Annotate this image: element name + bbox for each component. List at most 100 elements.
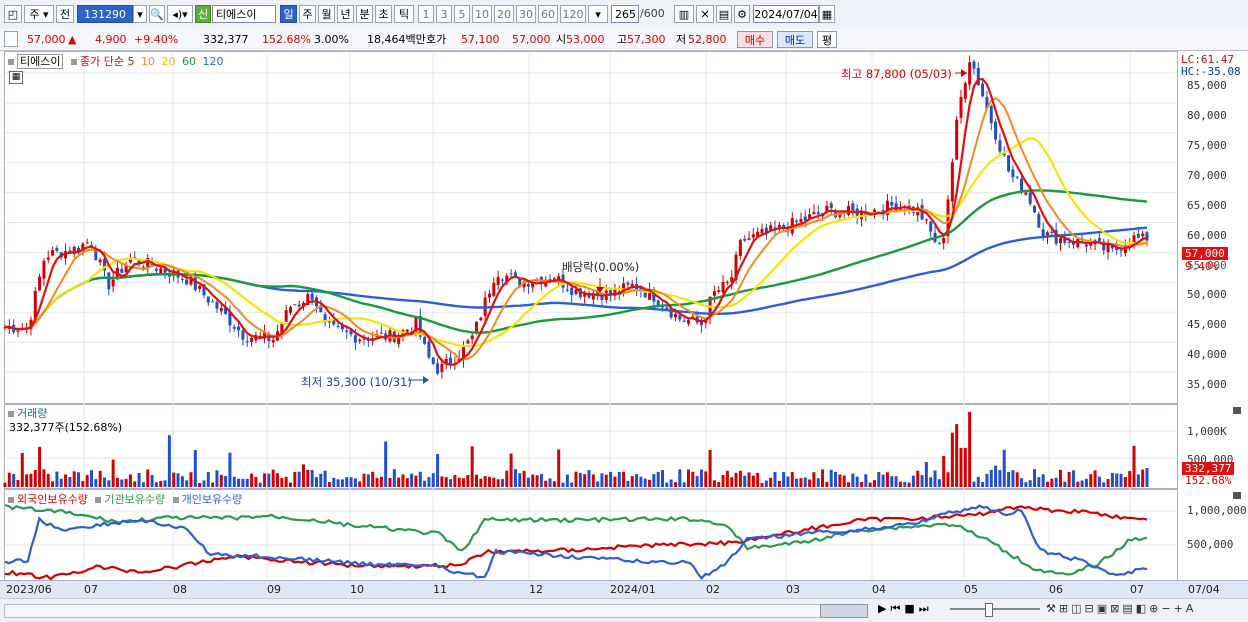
tool-icon[interactable]: ▣	[1097, 602, 1110, 615]
play-icon[interactable]: ▶	[878, 602, 890, 615]
candle-body	[686, 320, 690, 324]
volume-bar	[972, 481, 976, 487]
volume-bar	[561, 482, 565, 487]
volume-bar	[699, 469, 703, 487]
volume-bar	[764, 480, 768, 487]
candle-body	[159, 268, 163, 274]
volume-bar	[583, 474, 587, 487]
candle-body	[284, 310, 288, 322]
ma20-line	[4, 137, 1148, 348]
candle-body	[55, 248, 59, 251]
volume-bar	[33, 470, 37, 487]
volume-bar	[535, 475, 539, 487]
chart-svg	[3, 52, 1177, 581]
volume-bar	[622, 471, 626, 487]
candle-body	[1097, 238, 1101, 242]
x-label: 2023/06	[6, 583, 52, 596]
legend-ma-label[interactable]: 종가 단순	[80, 55, 124, 68]
fast-forward-icon[interactable]: ⏭	[919, 602, 933, 615]
candle-body	[777, 224, 781, 227]
tool-icon[interactable]: ◫	[1071, 602, 1084, 615]
candle-body	[1119, 250, 1123, 252]
scroll-thumb[interactable]	[820, 604, 868, 618]
volume-bar	[1145, 468, 1149, 487]
ma5-line	[4, 78, 1148, 366]
volume-bar	[163, 480, 167, 487]
x-label: 08	[173, 583, 187, 596]
legend-stock-name[interactable]: 티에스이	[17, 54, 64, 69]
volume-bar	[449, 479, 453, 487]
zoom-slider[interactable]	[950, 608, 1040, 610]
tool-icon[interactable]: ◧	[1136, 602, 1149, 615]
volume-bar	[669, 479, 673, 487]
volume-bar	[306, 469, 310, 487]
pane-close-icon[interactable]	[1233, 492, 1241, 499]
stop-icon[interactable]: ■	[904, 602, 918, 615]
rewind-icon[interactable]: ⏮	[890, 602, 904, 615]
candle-body	[994, 121, 998, 140]
candle-body	[111, 279, 115, 287]
candle-body	[1050, 231, 1054, 233]
volume-bar	[224, 476, 228, 487]
tool-icon[interactable]: ⚒	[1046, 602, 1059, 615]
volume-bar	[379, 476, 383, 487]
volume-bar	[319, 473, 323, 487]
candle-body	[345, 330, 349, 332]
volume-bar	[3, 482, 7, 487]
volume-bar	[20, 452, 24, 487]
table-icon[interactable]: ▦	[9, 71, 23, 84]
volume-bar	[704, 471, 708, 487]
volume-bar	[851, 473, 855, 487]
volume-bar	[942, 455, 946, 487]
tool-icon[interactable]: ⊞	[1059, 602, 1071, 615]
volume-bar	[245, 478, 249, 487]
zoom-slider-thumb[interactable]	[985, 603, 993, 617]
candle-body	[959, 96, 963, 118]
tool-icon[interactable]: ⊟	[1085, 602, 1097, 615]
minus-icon[interactable]: −	[1161, 602, 1173, 615]
candle-body	[890, 202, 894, 206]
candle-body	[38, 276, 42, 291]
horizontal-scrollbar[interactable]	[4, 604, 868, 618]
volume-bar	[487, 476, 491, 487]
volume-bar	[59, 478, 63, 487]
tool-icon[interactable]: ▤	[1122, 602, 1135, 615]
legend-foreign[interactable]: 외국인보유수량	[17, 493, 88, 506]
volume-bar	[894, 476, 898, 487]
volume-bar	[237, 478, 241, 487]
tool-icon[interactable]: ⊠	[1110, 602, 1122, 615]
x-label: 11	[433, 583, 447, 596]
legend-square-icon	[95, 497, 102, 503]
volume-bar	[176, 473, 180, 487]
volume-bar	[522, 470, 526, 487]
volume-bar	[626, 480, 630, 487]
volume-bar	[968, 411, 972, 487]
plus-icon[interactable]: +	[1174, 602, 1186, 615]
volume-bar	[773, 471, 777, 487]
font-icon[interactable]: A	[1186, 602, 1197, 615]
volume-bar	[423, 480, 427, 487]
volume-bar	[864, 474, 868, 487]
candle-body	[297, 304, 301, 307]
volume-bar	[323, 470, 327, 487]
ma10-line	[4, 97, 1148, 361]
legend-square-icon	[8, 497, 14, 503]
pane-close-icon[interactable]	[1233, 407, 1241, 414]
volume-bar	[431, 473, 435, 487]
holdings-legend: 외국인보유수량 기관보유수량 개인보유수량	[8, 491, 242, 507]
volume-bar	[795, 478, 799, 487]
volume-bar	[289, 482, 292, 487]
volume-bar	[950, 432, 954, 487]
volume-bar	[907, 482, 911, 487]
candle-body	[479, 317, 483, 321]
volume-bar	[682, 482, 686, 487]
volume-bar	[1024, 482, 1028, 487]
volume-bar	[1115, 473, 1119, 487]
legend-individual[interactable]: 개인보유수량	[182, 493, 243, 506]
legend-institution[interactable]: 기관보유수량	[104, 493, 165, 506]
volume-bar	[760, 482, 764, 487]
zoom-in-icon[interactable]: ⊕	[1149, 602, 1161, 615]
volume-bar	[890, 476, 894, 487]
volume-bar	[427, 477, 431, 487]
volume-bar	[868, 482, 872, 487]
